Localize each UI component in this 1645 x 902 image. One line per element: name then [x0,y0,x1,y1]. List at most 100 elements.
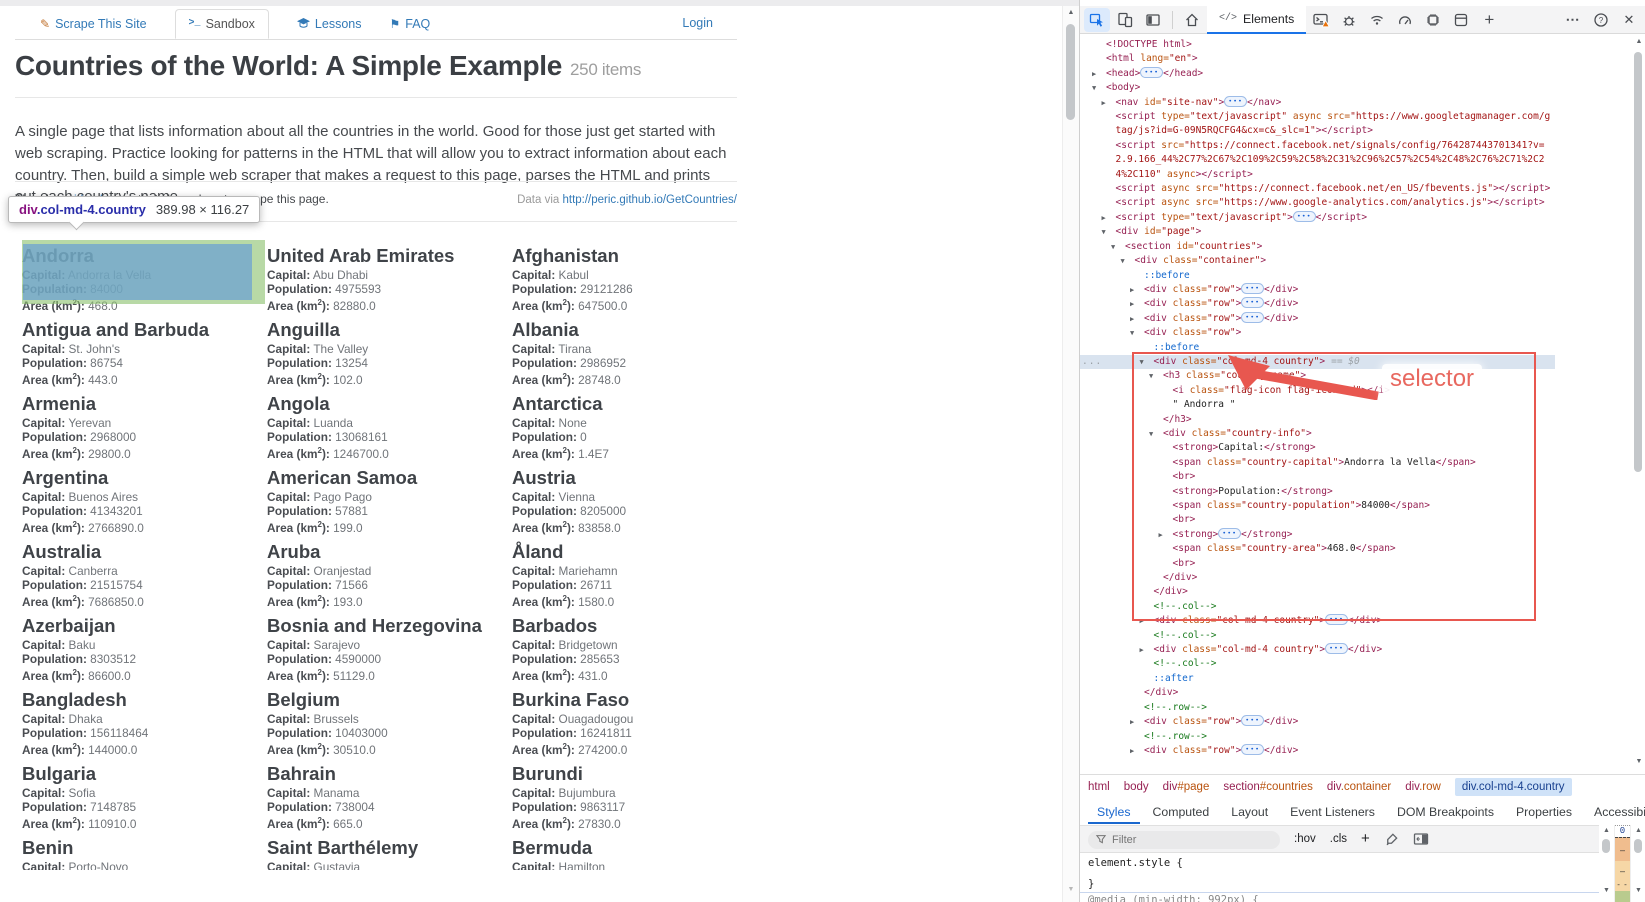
styles-scrollbar-thumb[interactable] [1602,839,1610,853]
inspect-icon[interactable] [1084,8,1110,32]
toggle-hover-state[interactable]: :hov [1294,833,1316,845]
scroll-up-arrow-icon[interactable]: ▲ [1063,9,1079,16]
dom-tree-line-selected[interactable]: ▼<div class="col-md-4 country">== $0... [1080,355,1555,369]
nav-item-sandbox[interactable]: >_Sandbox [175,9,269,39]
computed-sidebar-icon[interactable] [1413,832,1429,846]
chevron-down-icon[interactable]: ▼ [1121,254,1125,268]
tab-computed[interactable]: Computed [1144,800,1219,824]
more-options-icon[interactable]: ⋯ [1560,8,1586,32]
dom-tree-line[interactable]: ::after [1080,672,1555,686]
expand-ellipsis-button[interactable]: ••• [1241,744,1264,755]
page-scrollbar-thumb[interactable] [1066,24,1075,120]
dom-tree[interactable]: <!DOCTYPE html><html lang="en">▶<head>••… [1080,34,1555,774]
chevron-down-icon[interactable]: ▼ [1149,427,1153,441]
dom-tree-line[interactable]: <!--.col--> [1080,657,1555,671]
dom-tree-line[interactable]: ▼<section id="countries"> [1080,240,1555,254]
dom-tree-line[interactable]: ▶<div class="col-md-4 country">•••</div> [1080,643,1555,657]
dom-tree-line[interactable]: ▼<div class="country-info"> [1080,427,1555,441]
styles-filter-input[interactable] [1088,831,1280,849]
memory-icon[interactable] [1420,8,1446,32]
add-tab-icon[interactable]: + [1476,8,1502,32]
chevron-right-icon[interactable]: ▶ [1130,715,1134,729]
chevron-right-icon[interactable]: ▶ [1130,283,1134,297]
scroll-down-arrow-icon[interactable]: ▼ [1599,887,1614,894]
dom-tree-line[interactable]: ▼<body> [1080,81,1555,95]
close-icon[interactable]: ✕ [1616,8,1642,32]
dom-tree-line[interactable]: <strong>Capital:</strong> [1080,441,1555,455]
node-options-dots[interactable]: ... [1082,355,1102,369]
chevron-right-icon[interactable]: ▶ [1130,297,1134,311]
chevron-down-icon[interactable]: ▼ [1111,240,1115,254]
dom-tree-line[interactable]: ▶<div class="row">•••</div> [1080,312,1555,326]
chevron-down-icon[interactable]: ▼ [1092,81,1096,95]
scroll-up-arrow-icon[interactable]: ▲ [1599,827,1614,834]
chevron-down-icon[interactable]: ▼ [1102,225,1106,239]
scroll-up-arrow-icon[interactable]: ▲ [1631,38,1645,45]
chevron-right-icon[interactable]: ▶ [1140,614,1144,628]
dom-tree-line[interactable]: ::before [1080,341,1555,355]
dom-tree-line[interactable]: </h3> [1080,413,1555,427]
chevron-right-icon[interactable]: ▶ [1092,67,1096,81]
new-style-rule-button[interactable]: + [1361,834,1370,844]
scroll-up-arrow-icon[interactable]: ▲ [1631,827,1645,834]
tab-styles[interactable]: Styles [1088,800,1140,824]
nav-item-lessons[interactable]: Lessons [297,17,362,31]
dom-tree-line[interactable]: ▶<div class="row">•••</div> [1080,715,1555,729]
dom-tree-line[interactable]: " Andorra " [1080,398,1555,412]
dom-tree-line[interactable]: </div> [1080,571,1555,585]
dom-tree-line[interactable]: ▼<div class="container"> [1080,254,1555,268]
performance-icon[interactable] [1392,8,1418,32]
dom-tree-line[interactable]: ▶<div class="col-md-4 country">•••</div> [1080,614,1555,628]
dom-tree-line[interactable]: <span class="country-area">468.0</span> [1080,542,1555,556]
expand-ellipsis-button[interactable]: ••• [1224,96,1247,107]
network-icon[interactable] [1364,8,1390,32]
home-icon[interactable] [1179,8,1205,32]
dom-tree-line[interactable]: ▶<head>•••</head> [1080,67,1555,81]
dom-tree-line[interactable]: <br> [1080,557,1555,571]
expand-ellipsis-button[interactable]: ••• [1241,283,1264,294]
breadcrumb-div.col-md-4.country[interactable]: div.col-md-4.country [1455,778,1572,796]
breadcrumb-div.row[interactable]: div.row [1405,781,1441,793]
dom-tree-line[interactable]: ▶<div class="row">•••</div> [1080,297,1555,311]
dom-tree-line[interactable]: <!DOCTYPE html> [1080,38,1555,52]
dom-tree-line[interactable]: <i class="flag-icon flag-icon-ad"></i> [1080,384,1555,398]
expand-ellipsis-button[interactable]: ••• [1241,715,1264,726]
dom-tree-line[interactable]: ▶<script type="text/javascript">•••</scr… [1080,211,1555,225]
data-source-link[interactable]: http://peric.github.io/GetCountries/ [562,194,737,206]
dom-tree-line[interactable]: ▶<nav id="site-nav">•••</nav> [1080,96,1555,110]
breadcrumb-div.container[interactable]: div.container [1327,781,1391,793]
nav-item-scrape-this-site[interactable]: ✎Scrape This Site [40,17,147,31]
dom-tree-line[interactable]: <script src="https://connect.facebook.ne… [1080,139,1555,182]
dom-tree-line[interactable]: </div> [1080,686,1555,700]
dock-panel-icon[interactable] [1140,8,1166,32]
chevron-right-icon[interactable]: ▶ [1102,211,1106,225]
dom-tree-line[interactable]: <!--.col--> [1080,600,1555,614]
page-scrollbar[interactable]: ▲ ▼ [1062,6,1079,902]
dom-tree-line[interactable]: <!--.row--> [1080,730,1555,744]
expand-ellipsis-button[interactable]: ••• [1218,528,1241,539]
dom-tree-line[interactable]: ▼<div class="row"> [1080,326,1555,340]
device-emulation-icon[interactable] [1112,8,1138,32]
expand-ellipsis-button[interactable]: ••• [1140,67,1163,78]
dom-tree-line[interactable]: ::before [1080,269,1555,283]
dom-tree-scrollbar-thumb[interactable] [1634,52,1642,472]
dom-tree-line[interactable]: ▼<h3 class="country-name"> [1080,369,1555,383]
tab-dom-breakpoints[interactable]: DOM Breakpoints [1388,800,1503,824]
dom-tree-scrollbar[interactable]: ▲ ▼ [1631,36,1645,772]
chevron-right-icon[interactable]: ▶ [1130,312,1134,326]
dom-tree-line[interactable]: <html lang="en"> [1080,52,1555,66]
dom-tree-line[interactable]: <script async src="https://connect.faceb… [1080,182,1555,196]
chevron-right-icon[interactable]: ▶ [1102,96,1106,110]
breadcrumb-html[interactable]: html [1088,781,1110,793]
breadcrumb-section#countries[interactable]: section#countries [1223,781,1313,793]
styles-scrollbar[interactable]: ▲ ▼ [1599,825,1614,902]
breadcrumb-div#page[interactable]: div#page [1163,781,1210,793]
expand-ellipsis-button[interactable]: ••• [1325,643,1348,654]
dom-tree-line[interactable]: <strong>Population:</strong> [1080,485,1555,499]
chevron-right-icon[interactable]: ▶ [1159,528,1163,542]
dom-tree-line[interactable]: <br> [1080,513,1555,527]
console-warning-icon[interactable] [1308,8,1334,32]
tab-properties[interactable]: Properties [1507,800,1581,824]
tab-layout[interactable]: Layout [1222,800,1277,824]
issues-icon[interactable] [1336,8,1362,32]
